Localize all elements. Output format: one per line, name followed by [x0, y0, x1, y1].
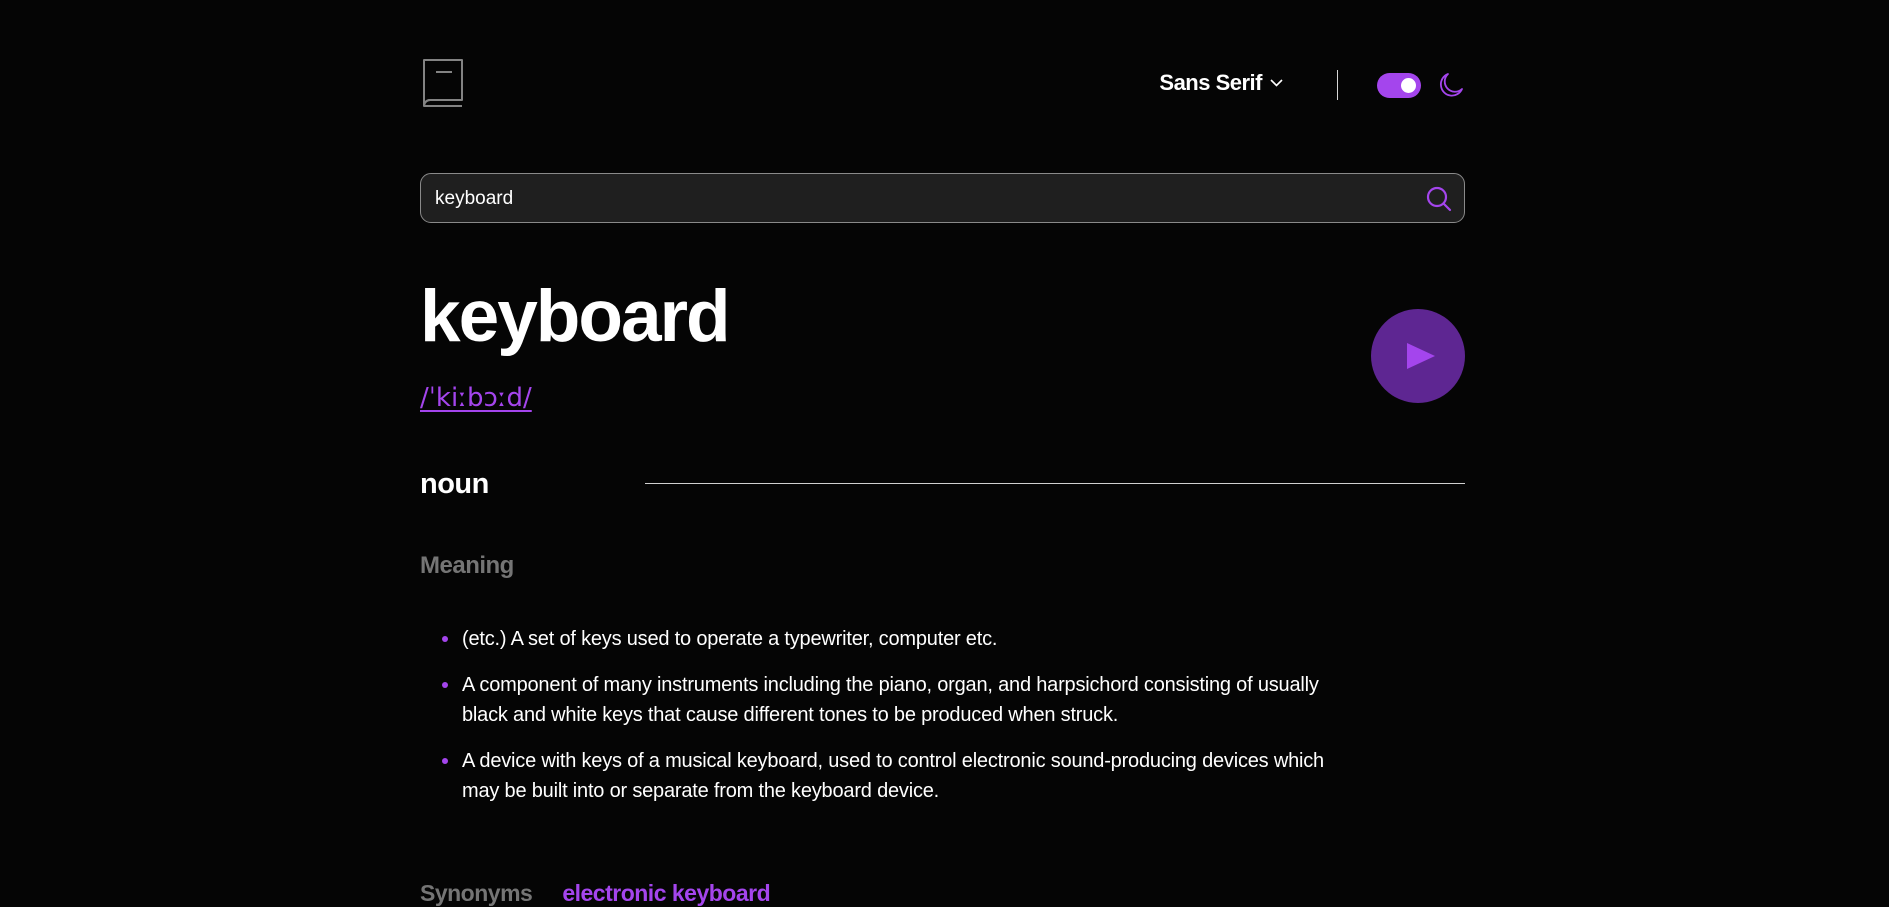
- definition-text: A device with keys of a musical keyboard…: [462, 750, 1324, 802]
- synonyms-label: Synonyms: [420, 880, 533, 906]
- word-title: keyboard: [420, 276, 731, 357]
- chevron-down-icon: [1270, 79, 1283, 87]
- search-bar: [420, 173, 1465, 224]
- part-of-speech-divider: [645, 483, 1465, 484]
- book-icon[interactable]: [420, 58, 466, 108]
- font-family-dropdown[interactable]: Sans Serif: [1159, 70, 1283, 96]
- search-input[interactable]: [433, 174, 1397, 224]
- play-icon: [1407, 343, 1435, 369]
- bullet-icon: [442, 682, 448, 688]
- toggle-knob: [1401, 78, 1416, 93]
- meaning-heading: Meaning: [420, 552, 514, 579]
- bullet-icon: [442, 636, 448, 642]
- synonyms-row: Synonyms electronic keyboard: [420, 880, 771, 907]
- page: Sans Serif keyboard /ˈkiːbɔːd/: [0, 0, 1889, 907]
- play-audio-button[interactable]: [1371, 309, 1465, 403]
- search-icon[interactable]: [1426, 186, 1452, 212]
- font-family-label: Sans Serif: [1159, 70, 1262, 95]
- definition-item: A component of many instruments includin…: [442, 670, 1342, 730]
- definition-text: (etc.) A set of keys used to operate a t…: [462, 628, 998, 650]
- header-divider: [1337, 70, 1338, 100]
- part-of-speech: noun: [420, 468, 489, 500]
- definition-list: (etc.) A set of keys used to operate a t…: [442, 624, 1342, 822]
- definition-text: A component of many instruments includin…: [462, 674, 1319, 726]
- synonym-link[interactable]: electronic keyboard: [562, 880, 770, 907]
- phonetic-link[interactable]: /ˈkiːbɔːd/: [420, 383, 532, 413]
- header: Sans Serif: [420, 58, 1465, 110]
- definition-item: (etc.) A set of keys used to operate a t…: [442, 624, 1342, 654]
- theme-toggle[interactable]: [1377, 73, 1421, 98]
- moon-icon: [1439, 73, 1463, 97]
- bullet-icon: [442, 758, 448, 764]
- definition-item: A device with keys of a musical keyboard…: [442, 746, 1342, 806]
